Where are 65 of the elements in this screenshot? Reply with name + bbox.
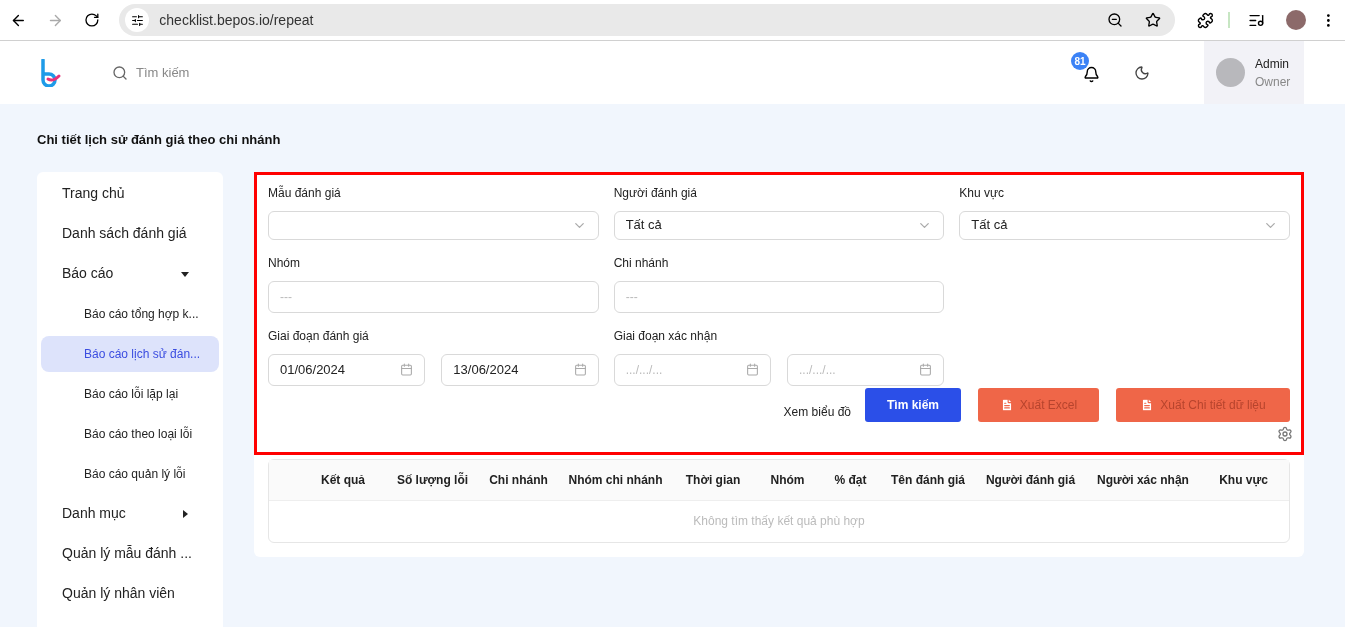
logo-icon — [40, 58, 62, 87]
empty-message: Không tìm thấy kết quả phù hợp — [693, 513, 865, 530]
notification-badge: 81 — [1071, 52, 1089, 70]
sidebar-item[interactable]: Quản lý mẫu đánh ... — [41, 533, 219, 574]
input-field[interactable]: --- — [268, 280, 599, 313]
column-header: Chi nhánh — [488, 471, 549, 489]
avatar-placeholder — [1216, 58, 1245, 87]
column-header: % đạt — [833, 471, 868, 489]
dark-mode-icon[interactable] — [1134, 64, 1150, 81]
user-panel[interactable]: Admin Owner — [1204, 41, 1304, 104]
select-field[interactable] — [268, 210, 599, 240]
column-header: Người đánh giá — [984, 471, 1077, 489]
sidebar-item[interactable]: Danh sách đánh giá — [41, 213, 219, 254]
field-label: Giai đoạn đánh giá — [268, 327, 370, 345]
calendar-icon — [573, 363, 587, 376]
url-text: checklist.bepos.io/repeat — [159, 10, 315, 30]
search-button[interactable]: Tìm kiếm — [865, 387, 961, 422]
profile-avatar[interactable] — [1286, 10, 1307, 30]
sidebar-item[interactable]: Danh mục — [41, 493, 219, 534]
column-header: Người xác nhận — [1096, 471, 1190, 489]
sidebar-subitem[interactable]: Báo cáo lịch sử đán... — [41, 335, 219, 372]
file-icon — [1140, 397, 1155, 412]
site-settings-icon[interactable] — [130, 13, 144, 27]
field-label: Nhóm — [268, 254, 301, 272]
search-icon[interactable] — [112, 64, 128, 81]
calendar-icon — [400, 363, 414, 376]
field-label: Khu vực — [959, 184, 1006, 202]
search-field[interactable]: Tìm kiếm — [136, 62, 336, 83]
sidebar-subitem[interactable]: Báo cáo lỗi lặp lại — [41, 375, 219, 412]
calendar-icon — [919, 363, 933, 376]
sidebar-subitem[interactable]: Báo cáo tổng hợp k... — [41, 295, 219, 332]
address-bar[interactable]: checklist.bepos.io/repeat — [119, 4, 1175, 36]
column-header: Nhóm chi nhánh — [567, 471, 664, 489]
user-role: Owner — [1255, 73, 1291, 91]
sidebar-subitem[interactable]: Báo cáo theo loại lỗi — [41, 415, 219, 452]
page-title: Chi tiết lịch sử đánh giá theo chi nhánh — [37, 131, 282, 149]
reload-icon[interactable] — [83, 12, 100, 28]
field-label: Mẫu đánh giá — [268, 184, 342, 202]
sidebar-item[interactable]: Trang chủ — [41, 173, 219, 214]
view-chart-link[interactable]: Xem biểu đồ — [783, 402, 851, 421]
calendar-icon — [746, 363, 759, 376]
select-field[interactable]: Tất cả — [959, 210, 1290, 240]
sidebar-subitem[interactable]: Báo cáo quản lý lỗi — [41, 455, 219, 492]
sidebar-item[interactable]: Quản lý nhân viên — [41, 573, 219, 614]
user-name: Admin — [1255, 55, 1290, 73]
extensions-icon[interactable] — [1197, 11, 1214, 29]
notification-bell-icon[interactable] — [1083, 66, 1100, 83]
select-field[interactable]: Tất cả — [613, 210, 945, 240]
field-label: Chi nhánh — [613, 254, 670, 272]
column-header: Kết quả — [320, 471, 366, 489]
sidebar-item[interactable]: Báo cáo — [41, 253, 219, 294]
column-header: Thời gian — [684, 471, 742, 489]
column-header: Tên đánh giá — [890, 471, 966, 489]
column-header: Khu vực — [1218, 471, 1269, 489]
date-field[interactable]: 01/06/2024 — [268, 353, 426, 386]
file-icon — [999, 397, 1014, 412]
zoom-icon[interactable] — [1107, 12, 1123, 28]
bookmark-star-icon[interactable] — [1145, 12, 1161, 28]
field-label: Giai đoạn xác nhận — [613, 327, 719, 345]
field-label: Người đánh giá — [613, 184, 698, 202]
input-field[interactable]: --- — [613, 280, 945, 313]
settings-icon[interactable] — [1277, 425, 1293, 442]
column-header: Số lượng lỗi — [395, 471, 470, 489]
column-header: Nhóm — [769, 471, 806, 489]
date-field[interactable]: 13/06/2024 — [441, 353, 599, 386]
